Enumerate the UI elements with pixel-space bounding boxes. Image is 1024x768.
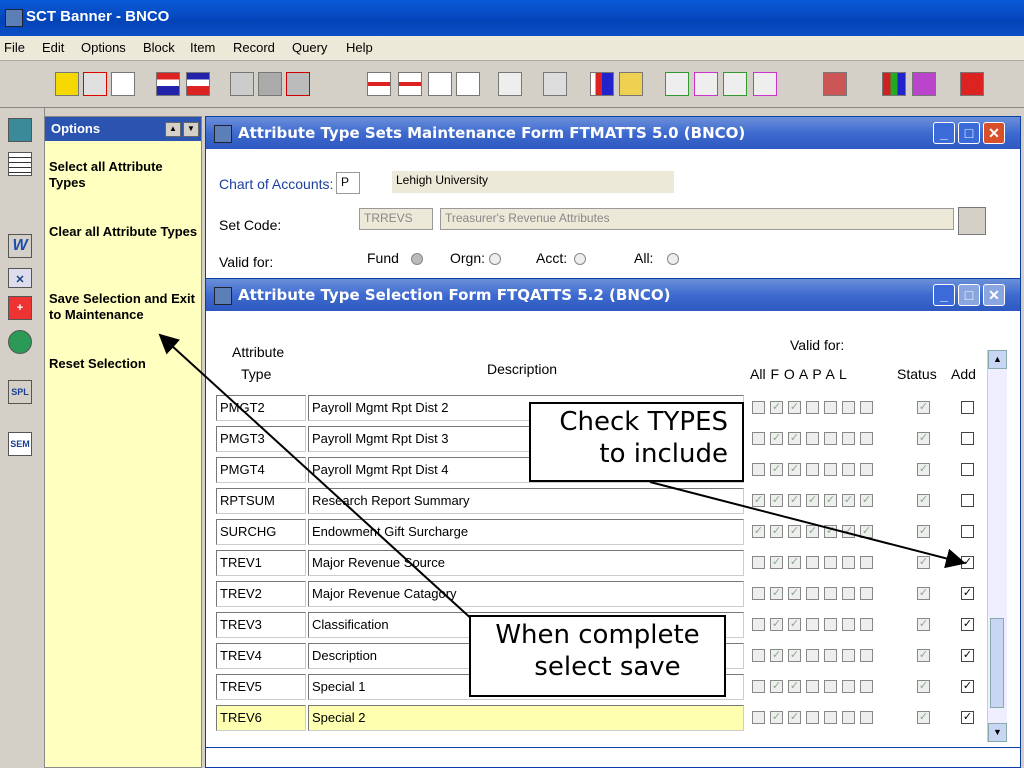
callout-check-line1: Check TYPES — [559, 407, 728, 437]
callout-save-line2: select save — [534, 652, 681, 682]
arrow-to-save — [158, 333, 476, 623]
save-callout: When complete select save — [469, 615, 726, 697]
arrow-to-add — [649, 481, 966, 569]
check-types-callout: Check TYPES to include — [529, 402, 744, 482]
callout-check-line2: to include — [599, 439, 728, 469]
callout-save-line1: When complete — [495, 620, 700, 650]
